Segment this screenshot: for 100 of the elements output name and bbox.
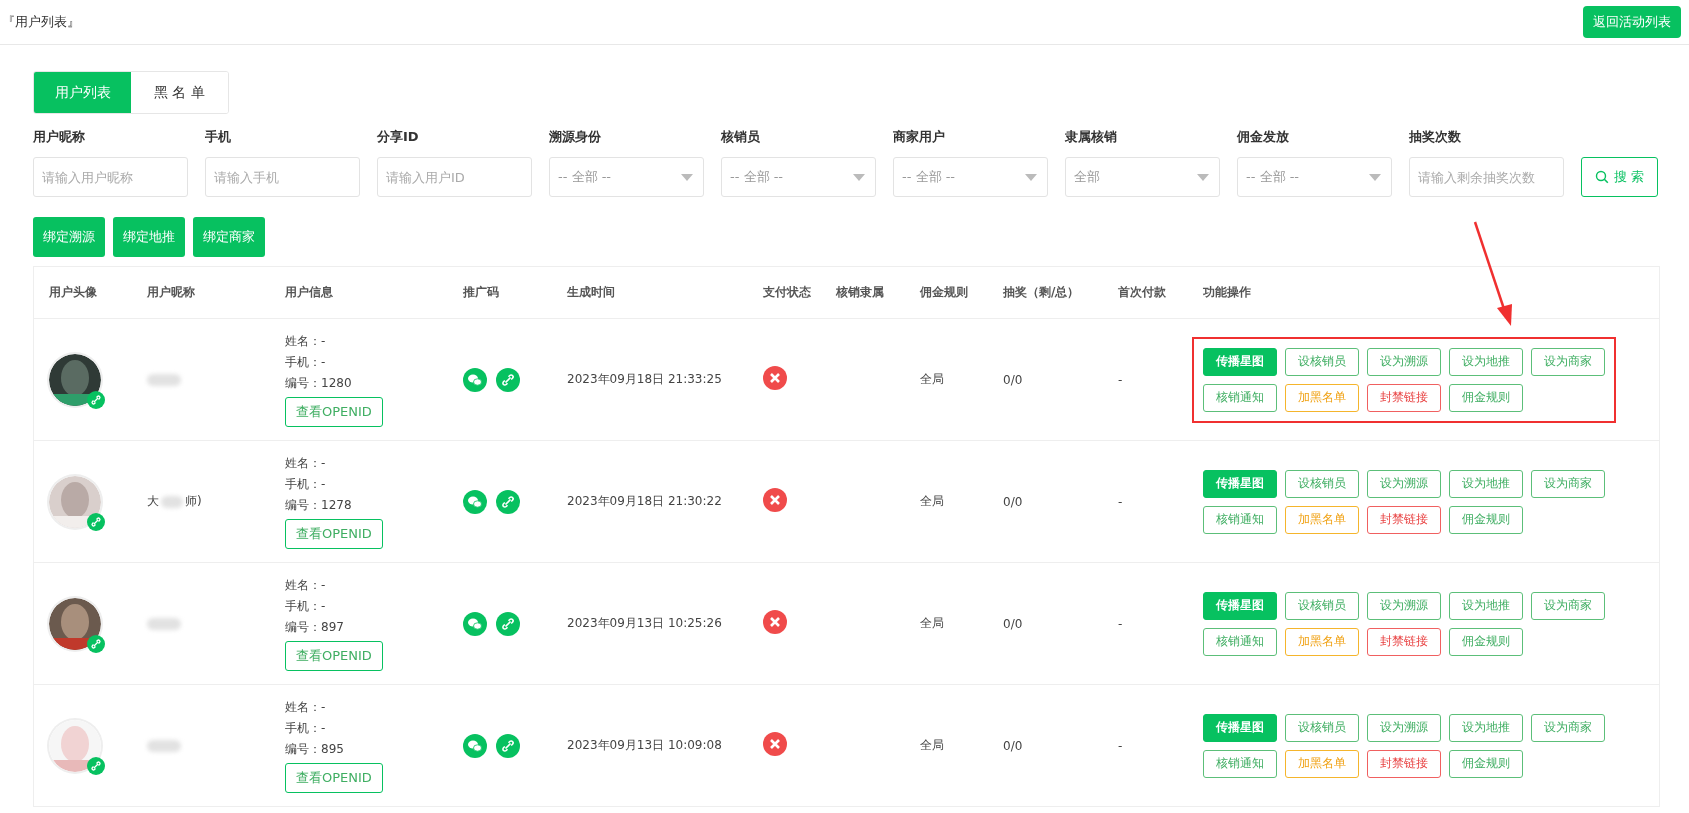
dropdown-icon xyxy=(853,173,865,181)
page-title: 『用户列表』 xyxy=(2,13,80,31)
openid-button[interactable]: 查看OPENID xyxy=(285,396,383,427)
wechat-icon[interactable] xyxy=(463,733,487,758)
openid-button[interactable]: 查看OPENID xyxy=(285,762,383,793)
info-text: 手机：- xyxy=(285,597,326,615)
action-button[interactable]: 设为商家 xyxy=(1531,469,1605,498)
openid-button[interactable]: 查看OPENID xyxy=(285,640,383,671)
input-field[interactable]: 请输入用户ID xyxy=(377,157,532,197)
filter-label: 隶属核销 xyxy=(1065,128,1118,146)
table-cell-text: 0/0 xyxy=(1003,494,1024,509)
select-field[interactable]: 全部 xyxy=(1065,157,1220,197)
link-icon xyxy=(87,512,105,531)
action-button[interactable]: 核销通知 xyxy=(1203,627,1277,656)
link-icon[interactable] xyxy=(496,611,520,636)
action-button[interactable]: 设为溯源 xyxy=(1367,469,1441,498)
action-button[interactable]: 核销通知 xyxy=(1203,505,1277,534)
filter-label: 用户昵称 xyxy=(33,128,86,146)
action-button[interactable]: 加黑名单 xyxy=(1285,383,1359,412)
action-button[interactable]: 核销通知 xyxy=(1203,749,1277,778)
filter-label: 溯源身份 xyxy=(549,128,602,146)
column-header: 功能操作 xyxy=(1203,284,1252,301)
action-button[interactable]: 设为溯源 xyxy=(1367,591,1441,620)
wechat-icon[interactable] xyxy=(463,611,487,636)
input-field[interactable]: 请输入手机 xyxy=(205,157,360,197)
action-button[interactable]: 封禁链接 xyxy=(1367,383,1441,412)
action-button[interactable]: 传播星图 xyxy=(1203,591,1277,620)
blurred-text xyxy=(147,373,181,386)
info-text: 编号：895 xyxy=(285,740,344,758)
table-cell-text: 2023年09月13日 10:25:26 xyxy=(567,615,723,632)
action-button[interactable]: 佣金规则 xyxy=(1449,749,1523,778)
action-button[interactable]: 加黑名单 xyxy=(1285,627,1359,656)
action-button[interactable]: 传播星图 xyxy=(1203,713,1277,742)
action-button[interactable]: 设为溯源 xyxy=(1367,347,1441,376)
action-button[interactable]: 设核销员 xyxy=(1285,347,1359,376)
link-icon[interactable] xyxy=(496,367,520,392)
action-button[interactable]: 设为地推 xyxy=(1449,591,1523,620)
info-text: 编号：1278 xyxy=(285,496,352,514)
filter-label: 抽奖次数 xyxy=(1409,128,1462,146)
action-button[interactable]: 传播星图 xyxy=(1203,347,1277,376)
column-header: 用户昵称 xyxy=(147,284,196,301)
action-button[interactable]: 加黑名单 xyxy=(1285,505,1359,534)
select-field[interactable]: -- 全部 -- xyxy=(549,157,704,197)
info-text: 姓名：- xyxy=(285,332,326,350)
action-button[interactable]: 设核销员 xyxy=(1285,713,1359,742)
column-header: 抽奖（剩/总） xyxy=(1003,284,1081,301)
action-button[interactable]: 设为地推 xyxy=(1449,347,1523,376)
table-cell-text: 全局 xyxy=(920,371,945,388)
action-button[interactable]: 加黑名单 xyxy=(1285,749,1359,778)
bind-button[interactable]: 绑定溯源 xyxy=(33,217,105,257)
select-field[interactable]: -- 全部 -- xyxy=(893,157,1048,197)
action-button[interactable]: 设为地推 xyxy=(1449,469,1523,498)
action-button[interactable]: 封禁链接 xyxy=(1367,505,1441,534)
action-button[interactable]: 封禁链接 xyxy=(1367,627,1441,656)
table-cell-text: 2023年09月18日 21:30:22 xyxy=(567,493,723,510)
bind-button[interactable]: 绑定商家 xyxy=(193,217,265,257)
action-button[interactable]: 设为商家 xyxy=(1531,713,1605,742)
select-field[interactable]: -- 全部 -- xyxy=(1237,157,1392,197)
action-button[interactable]: 设为商家 xyxy=(1531,347,1605,376)
table-cell-text: 0/0 xyxy=(1003,372,1024,387)
wechat-icon[interactable] xyxy=(463,489,487,514)
action-button[interactable]: 设核销员 xyxy=(1285,469,1359,498)
link-icon[interactable] xyxy=(496,489,520,514)
info-text: 编号：1280 xyxy=(285,374,352,392)
input-field[interactable]: 请输入用户昵称 xyxy=(33,157,188,197)
action-button[interactable]: 佣金规则 xyxy=(1449,505,1523,534)
action-button[interactable]: 设为溯源 xyxy=(1367,713,1441,742)
table-cell-text: 0/0 xyxy=(1003,738,1024,753)
link-icon[interactable] xyxy=(496,733,520,758)
wechat-icon[interactable] xyxy=(463,367,487,392)
action-button[interactable]: 佣金规则 xyxy=(1449,627,1523,656)
search-button[interactable]: 搜 索 xyxy=(1581,157,1658,197)
openid-button[interactable]: 查看OPENID xyxy=(285,518,383,549)
select-field[interactable]: -- 全部 -- xyxy=(721,157,876,197)
info-text: 姓名：- xyxy=(285,454,326,472)
action-button[interactable]: 核销通知 xyxy=(1203,383,1277,412)
table-cell-text: - xyxy=(1118,494,1124,509)
table-cell-text: 0/0 xyxy=(1003,616,1024,631)
link-icon xyxy=(87,634,105,653)
action-button[interactable]: 设核销员 xyxy=(1285,591,1359,620)
table-cell-text: 2023年09月13日 10:09:08 xyxy=(567,737,723,754)
table-cell-text: 2023年09月18日 21:33:25 xyxy=(567,371,723,388)
tab[interactable]: 用户列表 xyxy=(34,72,131,113)
nickname: 大 xyxy=(147,493,159,510)
column-header: 支付状态 xyxy=(762,284,812,301)
column-header: 首次付款 xyxy=(1118,284,1167,301)
back-button[interactable]: 返回活动列表 xyxy=(1583,6,1681,38)
column-header: 核销隶属 xyxy=(836,284,885,301)
action-button[interactable]: 设为地推 xyxy=(1449,713,1523,742)
action-button[interactable]: 佣金规则 xyxy=(1449,383,1523,412)
action-button[interactable]: 传播星图 xyxy=(1203,469,1277,498)
link-icon xyxy=(87,756,105,775)
input-field[interactable]: 请输入剩余抽奖次数 xyxy=(1409,157,1564,197)
filter-label: 分享ID xyxy=(377,128,420,146)
info-text: 姓名：- xyxy=(285,698,326,716)
action-button[interactable]: 封禁链接 xyxy=(1367,749,1441,778)
bind-button[interactable]: 绑定地推 xyxy=(113,217,185,257)
action-button[interactable]: 设为商家 xyxy=(1531,591,1605,620)
table-cell-text: - xyxy=(1118,372,1124,387)
filter-label: 手机 xyxy=(205,128,232,146)
